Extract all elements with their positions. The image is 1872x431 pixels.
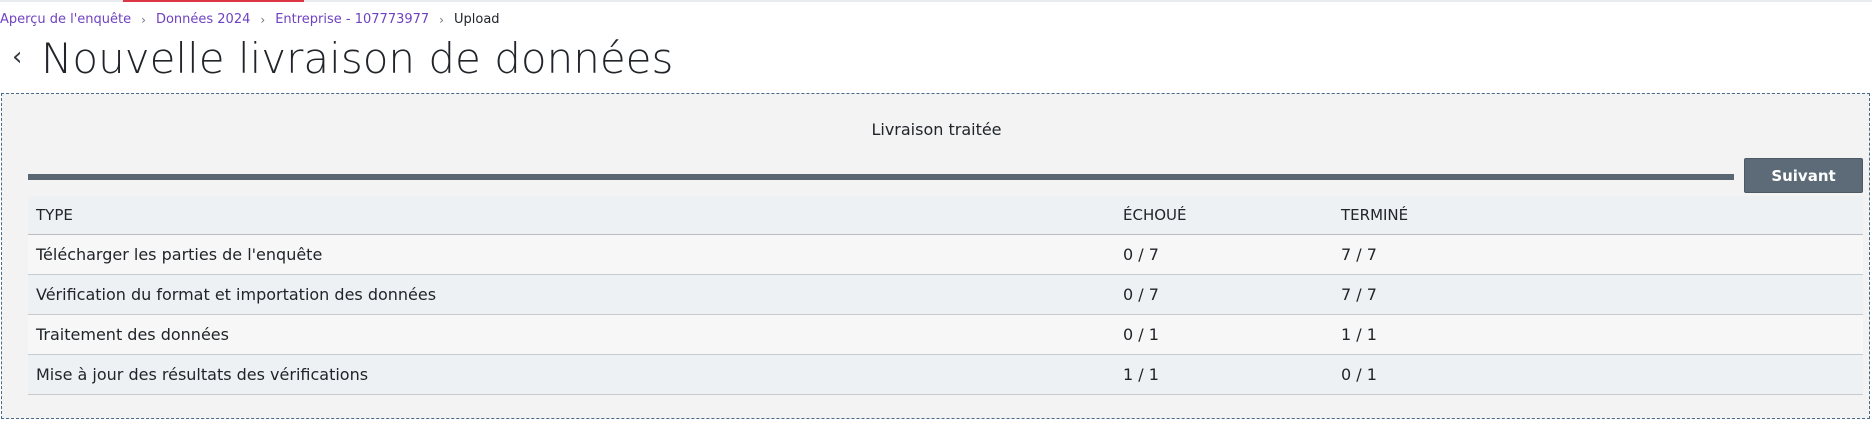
next-button[interactable]: Suivant — [1744, 158, 1863, 193]
table-header-row: TYPE ÉCHOUÉ TERMINÉ — [28, 196, 1863, 235]
table-row: Traitement des données 0 / 1 1 / 1 — [28, 314, 1863, 355]
breadcrumb-company[interactable]: Entreprise - 107773977 — [275, 11, 429, 29]
step-failed-count: 1 / 1 — [1115, 354, 1333, 395]
breadcrumb-separator-icon: › — [141, 13, 146, 27]
delivery-status: Livraison traitée — [871, 120, 1002, 139]
delivery-panel: Livraison traitée Suivant TYPE ÉCHOUÉ TE… — [1, 93, 1870, 419]
page-title: Nouvelle livraison de données — [41, 34, 674, 83]
step-failed-count: 0 / 1 — [1115, 314, 1333, 355]
step-done-count: 7 / 7 — [1333, 274, 1863, 315]
column-header-failed: ÉCHOUÉ — [1115, 196, 1333, 235]
delivery-steps-table: TYPE ÉCHOUÉ TERMINÉ Télécharger les part… — [28, 196, 1863, 395]
breadcrumb-current-upload: Upload — [453, 12, 500, 27]
active-nav-indicator — [123, 0, 304, 2]
step-done-count: 7 / 7 — [1333, 234, 1863, 275]
step-failed-count: 0 / 7 — [1115, 274, 1333, 315]
step-done-count: 0 / 1 — [1333, 354, 1863, 395]
breadcrumb-separator-icon: › — [439, 13, 444, 27]
step-done-count: 1 / 1 — [1333, 314, 1863, 355]
breadcrumb-survey-overview[interactable]: Aperçu de l'enquête — [0, 11, 131, 29]
step-type: Traitement des données — [28, 314, 1115, 355]
table-row: Mise à jour des résultats des vérificati… — [28, 354, 1863, 395]
step-type: Vérification du format et importation de… — [28, 274, 1115, 315]
step-type: Mise à jour des résultats des vérificati… — [28, 354, 1115, 395]
column-header-type: TYPE — [28, 196, 1115, 235]
progress-bar — [28, 174, 1734, 180]
progress-bar-fill — [28, 174, 1734, 180]
breadcrumb: Aperçu de l'enquête › Données 2024 › Ent… — [0, 11, 500, 29]
table-row: Vérification du format et importation de… — [28, 274, 1863, 315]
step-type: Télécharger les parties de l'enquête — [28, 234, 1115, 275]
column-header-done: TERMINÉ — [1333, 196, 1863, 235]
chevron-left-icon[interactable]: ‹ — [12, 42, 22, 72]
breadcrumb-separator-icon: › — [260, 13, 266, 27]
table-row: Télécharger les parties de l'enquête 0 /… — [28, 234, 1863, 275]
breadcrumb-data-2024[interactable]: Données 2024 — [156, 11, 250, 29]
step-failed-count: 0 / 7 — [1115, 234, 1333, 275]
